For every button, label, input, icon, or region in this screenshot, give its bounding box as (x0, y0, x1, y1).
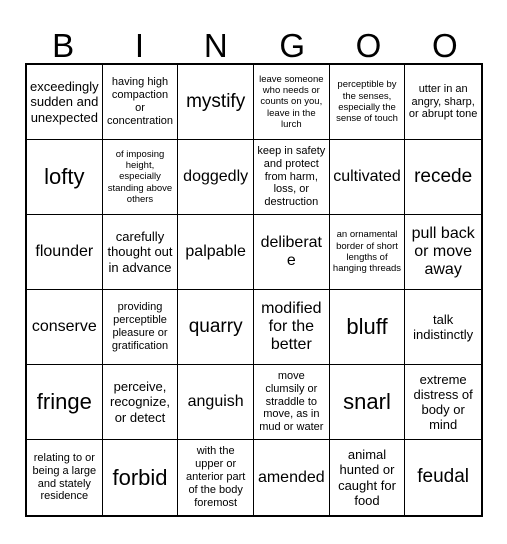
bingo-cell-text: an ornamental border of short lengths of… (332, 229, 402, 275)
bingo-cell[interactable]: forbid (103, 440, 179, 515)
bingo-header-row: B I N G O O (25, 18, 483, 63)
bingo-cell[interactable]: anguish (178, 365, 254, 440)
bingo-cell-text: quarry (188, 315, 243, 337)
bingo-cell[interactable]: leave someone who needs or counts on you… (253, 65, 330, 140)
bingo-cell-text: lofty (44, 164, 85, 190)
bingo-cell[interactable]: snarl (329, 365, 406, 440)
bingo-cell-text: deliberate (260, 234, 322, 269)
bingo-cell[interactable]: feudal (405, 440, 481, 515)
bingo-cell[interactable]: extreme distress of body or mind (405, 365, 481, 440)
bingo-cell-text: extreme distress of body or mind (413, 371, 473, 433)
bingo-header-letter-4: G (279, 27, 305, 64)
bingo-cell[interactable]: talk indistinctly (405, 290, 481, 365)
bingo-cell[interactable]: fringe (27, 365, 103, 440)
bingo-cell-text: utter in an angry, sharp, or abrupt tone (408, 82, 478, 121)
bingo-cell-text: having high compaction or concentration (106, 76, 174, 127)
bingo-cell[interactable]: pull back or move away (405, 215, 481, 290)
bingo-header-letter-1: B (52, 27, 75, 64)
bingo-cell[interactable]: cultivated (329, 140, 406, 215)
bingo-header-letter-5: O (355, 27, 382, 64)
bingo-cell[interactable]: of imposing height, especially standing … (102, 140, 179, 215)
bingo-cell-text: talk indistinctly (413, 311, 474, 342)
bingo-cell-text: mystify (186, 90, 246, 112)
bingo-cell-text: forbid (112, 464, 168, 490)
bingo-cell-text: with the upper or anterior part of the b… (186, 445, 246, 509)
bingo-cell-text: leave someone who needs or counts on you… (259, 73, 324, 131)
bingo-cell[interactable]: perceptible by the senses, especially th… (329, 65, 406, 140)
bingo-cell[interactable]: recede (405, 140, 481, 215)
bingo-cell-text: feudal (417, 466, 470, 488)
bingo-cell[interactable]: modified for the better (253, 290, 330, 365)
bingo-cell[interactable]: mystify (178, 65, 254, 140)
bingo-cell[interactable]: animal hunted or caught for food (330, 440, 406, 515)
bingo-cell[interactable]: providing perceptible pleasure or gratif… (102, 290, 179, 365)
bingo-cell-text: doggedly (183, 168, 249, 186)
bingo-cell[interactable]: perceive, recognize, or detect (102, 365, 179, 440)
bingo-cell[interactable]: exceedingly sudden and unexpected (27, 65, 103, 140)
bingo-cell-text: perceive, recognize, or detect (110, 379, 170, 425)
bingo-cell[interactable]: relating to or being a large and stately… (27, 440, 103, 515)
bingo-header-letter-3: N (203, 27, 228, 64)
bingo-cell[interactable]: with the upper or anterior part of the b… (178, 440, 254, 515)
bingo-cell[interactable]: deliberate (253, 215, 330, 290)
bingo-cell[interactable]: lofty (27, 140, 103, 215)
bingo-cell[interactable]: flounder (27, 215, 103, 290)
bingo-cell-text: palpable (185, 243, 246, 261)
bingo-cell-text: flounder (35, 243, 94, 261)
bingo-cell-text: keep in safety and protect from harm, lo… (257, 144, 326, 209)
bingo-cell[interactable]: keep in safety and protect from harm, lo… (253, 140, 330, 215)
bingo-cell-text: fringe (36, 389, 92, 415)
bingo-cell[interactable]: bluff (329, 290, 406, 365)
bingo-cell[interactable]: an ornamental border of short lengths of… (329, 215, 406, 290)
bingo-cell-text: snarl (343, 389, 391, 415)
bingo-cell[interactable]: having high compaction or concentration (102, 65, 179, 140)
bingo-cell[interactable]: quarry (178, 290, 254, 365)
bingo-cell[interactable]: palpable (178, 215, 254, 290)
bingo-header-letter-2: I (134, 27, 145, 64)
bingo-cell-text: conserve (31, 318, 97, 336)
bingo-cell[interactable]: amended (254, 440, 330, 515)
bingo-grid: exceedingly sudden and unexpected having … (25, 63, 483, 517)
bingo-cell-text: amended (257, 468, 325, 486)
bingo-cell-text: perceptible by the senses, especially th… (336, 79, 398, 125)
bingo-cell-text: relating to or being a large and stately… (32, 451, 97, 503)
bingo-cell-text: recede (414, 165, 473, 187)
bingo-cell-text: exceedingly sudden and unexpected (30, 79, 99, 125)
bingo-cell-text: providing perceptible pleasure or gratif… (111, 301, 169, 352)
bingo-cell-text: of imposing height, especially standing … (107, 148, 173, 206)
bingo-cell-text: move clumsily or straddle to move, as in… (259, 369, 324, 434)
bingo-header-letter-6: O (431, 27, 458, 64)
bingo-cell[interactable]: utter in an angry, sharp, or abrupt tone (405, 65, 481, 140)
bingo-cell-text: modified for the better (261, 300, 322, 353)
bingo-cell[interactable]: doggedly (178, 140, 254, 215)
bingo-cell-text: pull back or move away (411, 225, 475, 278)
bingo-cell[interactable]: conserve (27, 290, 103, 365)
bingo-cell[interactable]: move clumsily or straddle to move, as in… (253, 365, 330, 440)
bingo-cell-text: cultivated (333, 168, 401, 186)
bingo-card: B I N G O O exceedingly sudden and unexp… (0, 0, 507, 544)
bingo-cell-text: bluff (346, 314, 388, 340)
bingo-cell-text: animal hunted or caught for food (338, 447, 396, 508)
bingo-cell-text: carefully thought out in advance (107, 229, 173, 275)
bingo-cell-text: anguish (187, 393, 244, 411)
bingo-cell[interactable]: carefully thought out in advance (102, 215, 179, 290)
